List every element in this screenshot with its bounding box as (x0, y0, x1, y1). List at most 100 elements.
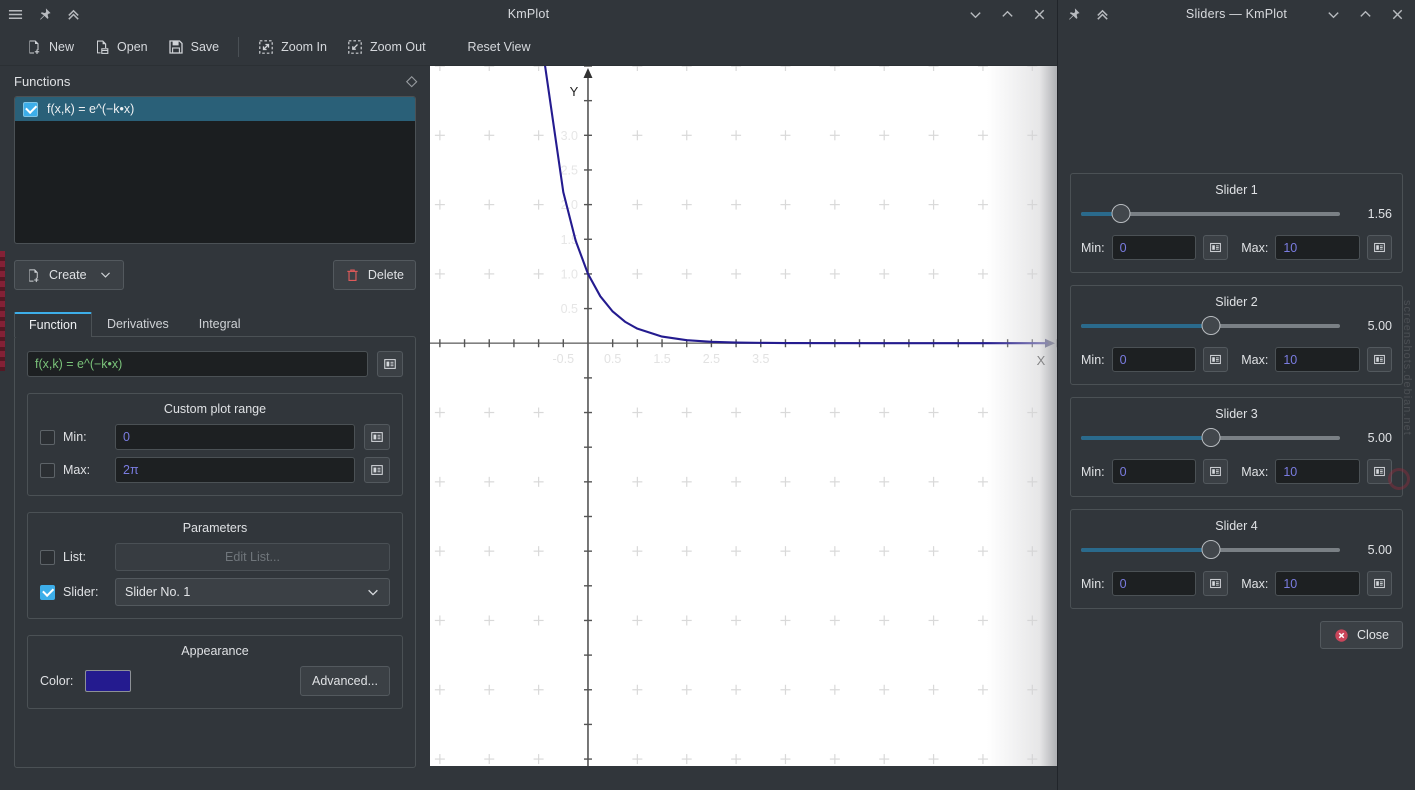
sliders-window: Sliders — KmPlot Slider 1 1.56 Min: 0 Max: 10… (1057, 0, 1415, 790)
parameters-slider-row: Slider: Slider No. 1 (40, 578, 390, 606)
slider-group-1: Slider 1 1.56 Min: 0 Max: 10 (1070, 173, 1403, 273)
slider-max-input-1[interactable]: 10 (1275, 235, 1360, 260)
slider-name-3: Slider 3 (1215, 407, 1258, 421)
parameters-group: Parameters List: Edit List... Slider: Sl… (27, 512, 403, 619)
main-titlebar: KmPlot (0, 0, 1057, 28)
create-button[interactable]: Create (14, 260, 124, 290)
slider-min-label-2: Min: (1081, 352, 1105, 367)
float-dock-icon[interactable] (405, 75, 418, 88)
chevron-down-icon[interactable] (99, 268, 112, 283)
close-icon[interactable] (1032, 7, 1047, 22)
plot-range-min-edit-button[interactable] (364, 424, 390, 450)
plot-canvas[interactable]: -0.5 0.5 1.5 2.5 3.5 0.5 1.0 1.5 2.0 2.5 3.0 Y X (430, 66, 1057, 766)
plot-range-max-label: Max: (63, 463, 91, 477)
advanced-button[interactable]: Advanced... (299, 666, 390, 696)
tab-derivatives[interactable]: Derivatives (92, 312, 184, 336)
minimize-icon[interactable] (968, 7, 983, 22)
save-button-label: Save (190, 39, 220, 54)
slider-select[interactable]: Slider No. 1 (115, 578, 390, 606)
maximize-icon[interactable] (1000, 7, 1015, 22)
svg-text:2.0: 2.0 (561, 198, 578, 212)
reset-view-button[interactable]: Reset View (458, 33, 541, 61)
functions-list[interactable]: f(x,k) = e^(−k•x) (14, 96, 416, 244)
slider-min-edit-button-2[interactable] (1203, 347, 1229, 372)
parameters-slider-label: Slider: (63, 585, 99, 599)
function-enabled-checkbox[interactable] (23, 101, 38, 117)
slider-min-label-4: Min: (1081, 576, 1105, 591)
slider-max-edit-button-1[interactable] (1367, 235, 1392, 260)
save-button[interactable]: Save (158, 33, 230, 61)
slider-row-4: 5.00 (1081, 540, 1392, 559)
edit-list-button[interactable]: Edit List... (115, 543, 390, 571)
plot-area[interactable]: -0.5 0.5 1.5 2.5 3.5 0.5 1.0 1.5 2.0 2.5 3.0 Y X (430, 66, 1057, 790)
functions-dock-title: Functions (14, 73, 71, 89)
floppy-disk-icon (168, 39, 184, 55)
zoom-out-button-label: Zoom Out (369, 39, 426, 54)
slider-max-edit-button-3[interactable] (1367, 459, 1392, 484)
slider-handle-4[interactable] (1201, 540, 1220, 559)
new-button[interactable]: New (16, 33, 84, 61)
plot-range-max-row: Max: 2π (40, 457, 390, 483)
close-button[interactable]: Close (1320, 621, 1403, 649)
tab-integral-label: Integral (198, 317, 241, 331)
plot-range-min-checkbox[interactable] (40, 429, 55, 445)
slider-track-2[interactable] (1081, 316, 1340, 335)
slider-max-label-3: Max: (1241, 464, 1269, 479)
slider-row-2: 5.00 (1081, 316, 1392, 335)
slider-value-1: 1.56 (1367, 207, 1392, 221)
reset-view-button-label: Reset View (467, 39, 531, 54)
slider-handle-3[interactable] (1201, 428, 1220, 447)
slider-handle-2[interactable] (1201, 316, 1220, 335)
function-label: f(x,k) = e^(−k•x) (47, 102, 135, 116)
slider-min-input-4[interactable]: 0 (1111, 571, 1197, 596)
open-button[interactable]: Open (84, 33, 158, 61)
equation-input-value: f(x,k) = e^(−k•x) (35, 357, 123, 371)
slider-min-input-3[interactable]: 0 (1111, 459, 1197, 484)
slider-min-input-2[interactable]: 0 (1111, 347, 1197, 372)
slider-max-input-3[interactable]: 10 (1275, 459, 1360, 484)
slider-max-input-2[interactable]: 10 (1275, 347, 1360, 372)
plot-range-max-edit-button[interactable] (364, 457, 390, 483)
zoom-in-button[interactable]: Zoom In (248, 33, 337, 61)
slider-min-edit-button-3[interactable] (1203, 459, 1229, 484)
plot-range-max-input[interactable]: 2π (115, 457, 355, 483)
slider-handle-1[interactable] (1111, 204, 1131, 223)
delete-button[interactable]: Delete (332, 260, 416, 290)
slider-group-4: Slider 4 5.00 Min: 0 Max: 10 (1070, 509, 1403, 609)
svg-text:-0.5: -0.5 (553, 352, 575, 366)
equation-edit-button[interactable] (377, 351, 403, 377)
parameters-list-checkbox[interactable] (40, 549, 55, 565)
svg-text:0.5: 0.5 (561, 302, 578, 316)
plot-range-min-input[interactable]: 0 (115, 424, 355, 450)
slider-min-edit-button-4[interactable] (1203, 571, 1229, 596)
color-swatch[interactable] (85, 670, 132, 692)
equation-input[interactable]: f(x,k) = e^(−k•x) (27, 351, 368, 377)
plot-range-min-label: Min: (63, 430, 87, 444)
slider-max-edit-button-2[interactable] (1367, 347, 1392, 372)
chevron-down-icon[interactable] (366, 585, 380, 599)
minimize-icon[interactable] (1326, 7, 1341, 22)
parameters-slider-checkbox[interactable] (40, 584, 55, 600)
zoom-in-icon (258, 39, 274, 55)
appearance-color-row: Color: Advanced... (40, 666, 390, 696)
slider-min-input-1[interactable]: 0 (1111, 235, 1197, 260)
slider-max-input-4[interactable]: 10 (1275, 571, 1360, 596)
svg-text:X: X (1037, 353, 1046, 368)
list-item[interactable]: f(x,k) = e^(−k•x) (15, 97, 415, 121)
close-icon[interactable] (1390, 7, 1405, 22)
slider-group-3: Slider 3 5.00 Min: 0 Max: 10 (1070, 397, 1403, 497)
slider-track-4[interactable] (1081, 540, 1340, 559)
tab-function[interactable]: Function (14, 312, 92, 337)
slider-min-edit-button-1[interactable] (1203, 235, 1229, 260)
zoom-out-button[interactable]: Zoom Out (337, 33, 436, 61)
svg-text:Y: Y (570, 84, 579, 99)
tab-integral[interactable]: Integral (184, 312, 256, 336)
zoom-in-button-label: Zoom In (281, 39, 327, 54)
plot-range-max-checkbox[interactable] (40, 462, 55, 478)
svg-text:3.5: 3.5 (752, 352, 769, 366)
slider-max-edit-button-4[interactable] (1367, 571, 1392, 596)
slider-track-1[interactable] (1081, 204, 1340, 223)
slider-track-3[interactable] (1081, 428, 1340, 447)
parameters-list-label: List: (63, 550, 86, 564)
maximize-icon[interactable] (1358, 7, 1373, 22)
